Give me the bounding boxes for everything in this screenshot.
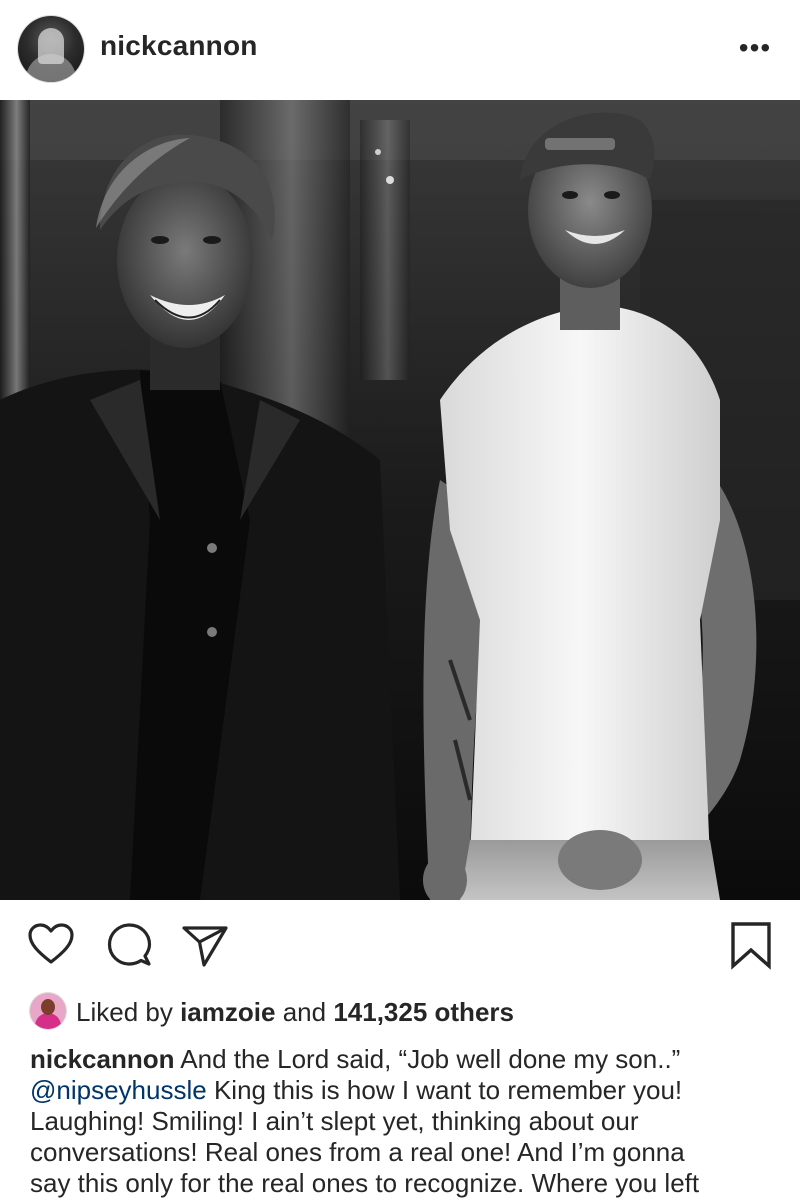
caption-text-1: And the Lord said, “Job well done my son…: [180, 1044, 681, 1074]
likes-count[interactable]: 141,325 others: [333, 997, 514, 1027]
caption-line-5: say this only for the real ones to recog…: [30, 1168, 700, 1198]
avatar[interactable]: [18, 16, 84, 82]
likes-connector: and: [282, 997, 327, 1027]
heart-icon[interactable]: [26, 920, 76, 970]
bookmark-icon[interactable]: [726, 920, 776, 970]
comment-icon[interactable]: [104, 920, 154, 970]
avatar-figure-head: [38, 28, 64, 64]
likes-summary: Liked by iamzoie and 141,325 others: [76, 996, 514, 1028]
post-photo-image: [0, 100, 800, 900]
caption-line-2: @nipseyhussle King this is how I want to…: [30, 1075, 800, 1106]
caption-text-2: King this is how I want to remember you!: [213, 1075, 683, 1105]
post-username[interactable]: nickcannon: [100, 30, 258, 62]
post-photo[interactable]: [0, 100, 800, 900]
liker-username[interactable]: iamzoie: [180, 997, 275, 1027]
post-caption: nickcannon And the Lord said, “Job well …: [30, 1044, 800, 1199]
caption-line-1: nickcannon And the Lord said, “Job well …: [30, 1044, 800, 1075]
paper-plane-icon[interactable]: [180, 920, 230, 970]
liker-avatar-body: [35, 1013, 61, 1029]
liker-avatar[interactable]: [30, 993, 66, 1029]
caption-mention-link[interactable]: @nipseyhussle: [30, 1075, 207, 1105]
caption-username[interactable]: nickcannon: [30, 1044, 174, 1074]
likes-prefix: Liked by: [76, 997, 173, 1027]
more-options-icon[interactable]: •••: [730, 30, 780, 66]
caption-line-3: Laughing! Smiling! I ain’t slept yet, th…: [30, 1106, 639, 1136]
liker-avatar-head: [41, 999, 55, 1015]
instagram-post: nickcannon ••• Liked by iamzoie and 141,…: [0, 0, 800, 1200]
post-header: nickcannon •••: [0, 0, 800, 100]
caption-line-4: conversations! Real ones from a real one…: [30, 1137, 685, 1167]
